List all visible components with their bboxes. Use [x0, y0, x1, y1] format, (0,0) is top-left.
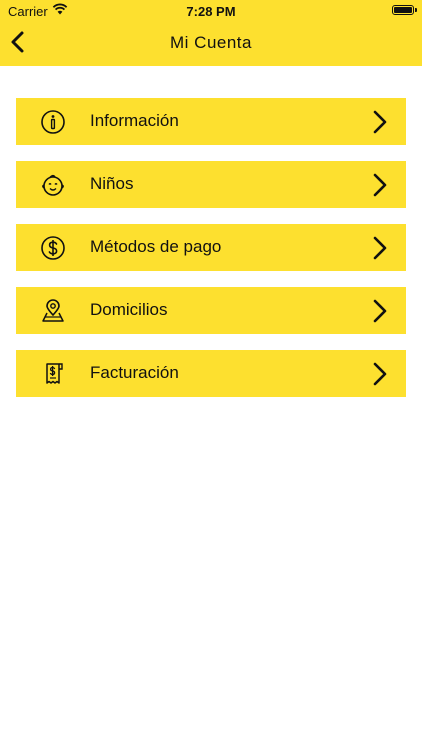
menu-item-metodos-de-pago[interactable]: Métodos de pago — [16, 224, 406, 271]
chevron-right-icon — [372, 298, 388, 324]
menu-item-informacion[interactable]: Información — [16, 98, 406, 145]
top-bar: Carrier 7:28 PM Mi Cuenta — [0, 0, 422, 66]
menu-item-label: Métodos de pago — [90, 237, 222, 256]
account-menu: Información Niños Métodos de pago Domici… — [16, 98, 406, 413]
chevron-right-icon — [372, 235, 388, 261]
chevron-right-icon — [372, 361, 388, 387]
receipt-icon — [40, 361, 66, 387]
chevron-right-icon — [372, 172, 388, 198]
info-icon — [40, 109, 66, 135]
chevron-right-icon — [372, 109, 388, 135]
navigation-bar: Mi Cuenta — [0, 22, 422, 66]
menu-item-label: Información — [90, 111, 179, 130]
battery-icon — [392, 5, 417, 15]
menu-item-ninos[interactable]: Niños — [16, 161, 406, 208]
menu-item-facturacion[interactable]: Facturación — [16, 350, 406, 397]
status-bar: Carrier 7:28 PM — [0, 0, 422, 22]
dollar-coin-icon — [40, 235, 66, 261]
page-title: Mi Cuenta — [170, 33, 252, 52]
menu-item-label: Niños — [90, 174, 134, 193]
menu-item-domicilios[interactable]: Domicilios — [16, 287, 406, 334]
screen: Carrier 7:28 PM Mi Cuenta Información Ni… — [0, 0, 422, 750]
menu-item-label: Domicilios — [90, 300, 168, 319]
clock: 7:28 PM — [186, 4, 236, 19]
map-pin-icon — [40, 298, 66, 324]
menu-item-label: Facturación — [90, 363, 179, 382]
baby-face-icon — [40, 172, 66, 198]
